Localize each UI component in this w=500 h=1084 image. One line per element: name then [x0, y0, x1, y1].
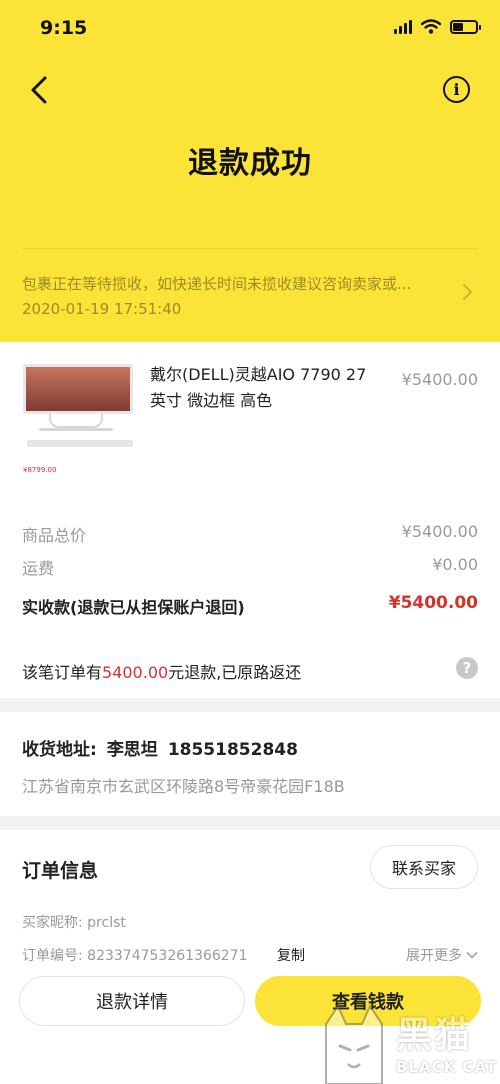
status-time: 9:15 — [40, 17, 88, 39]
tracking-message[interactable]: 包裹正在等待揽收，如快递长时间未揽收建议咨询卖家或... — [22, 273, 442, 294]
recipient-phone: 18551852848 — [167, 740, 298, 760]
signal-icon — [394, 19, 412, 34]
product-price: ¥5400.00 — [401, 370, 478, 389]
watermark-text-en: BLACK CAT — [396, 1058, 498, 1076]
address-label: 收货地址: — [22, 740, 97, 760]
refund-notice-suffix: 元退款,已原路返还 — [168, 663, 302, 682]
address-recipient-line: 收货地址: 李思坦 18551852848 — [22, 735, 308, 760]
refund-notice: 该笔订单有5400.00元退款,已原路返还 — [22, 659, 301, 683]
monitor-frame — [23, 364, 133, 414]
subtotal-label: 商品总价 — [22, 526, 87, 545]
promo-strip — [27, 440, 133, 447]
battery-icon — [450, 19, 481, 34]
image-promo-price: ¥8799.00 — [23, 466, 57, 474]
watermark-logo: 黑猫 BLACK CAT — [318, 1002, 500, 1084]
subtotal-value: ¥5400.00 — [401, 522, 478, 541]
shipping-label: 运费 — [22, 559, 55, 578]
expand-more-label: 展开更多 — [406, 948, 462, 964]
contact-seller-button[interactable]: 联系买家 — [370, 845, 478, 889]
chevron-down-icon — [466, 951, 478, 959]
paid-label: 实收款(退款已从担保账户退回) — [22, 598, 245, 617]
shipping-value: ¥0.00 — [432, 555, 478, 574]
copy-button[interactable]: 复制 — [277, 945, 305, 965]
info-icon[interactable]: i — [443, 76, 470, 103]
recipient-name: 李思坦 — [106, 740, 158, 760]
refund-notice-prefix: 该笔订单有 — [22, 663, 103, 682]
page-title: 退款成功 — [188, 146, 312, 181]
monitor-stand — [49, 414, 103, 428]
expand-more-button[interactable]: 展开更多 — [406, 945, 478, 965]
back-arrow-icon[interactable] — [22, 72, 58, 108]
status-bar: 9:15 — [0, 0, 500, 56]
paid-value: ¥5400.00 — [388, 593, 478, 613]
order-number: 订单编号: 823374753261366271 — [22, 948, 248, 964]
status-icons — [394, 19, 481, 34]
address-detail: 江苏省南京市玄武区环陵路8号帝豪花园F18B — [22, 777, 345, 796]
header-divider — [22, 248, 478, 249]
buyer-nickname: 买家昵称: prclst — [22, 915, 126, 931]
battery-level — [453, 22, 463, 31]
wifi-icon — [421, 19, 441, 34]
cat-icon — [325, 1003, 383, 1084]
address-card — [0, 712, 500, 816]
monitor-base — [39, 428, 113, 431]
product-name[interactable]: 戴尔(DELL)灵越AIO 7790 27英寸 微边框 高色 — [150, 362, 375, 414]
refund-notice-amount: 5400.00 — [102, 663, 169, 682]
monitor-screen — [26, 367, 130, 411]
product-image[interactable]: ¥8799.00 — [21, 362, 137, 480]
help-icon[interactable]: ? — [456, 657, 478, 679]
refund-details-button[interactable]: 退款详情 — [19, 976, 245, 1026]
chevron-right-icon[interactable] — [460, 283, 474, 301]
order-info-title: 订单信息 — [22, 860, 99, 882]
watermark-text-cn: 黑猫 — [396, 1015, 473, 1056]
header-banner: 9:15 i 退款成功 包裹正在等待揽收，如快递长时间未揽收建议咨询卖家或...… — [0, 0, 500, 342]
tracking-time: 2020-01-19 17:51:40 — [22, 300, 182, 318]
